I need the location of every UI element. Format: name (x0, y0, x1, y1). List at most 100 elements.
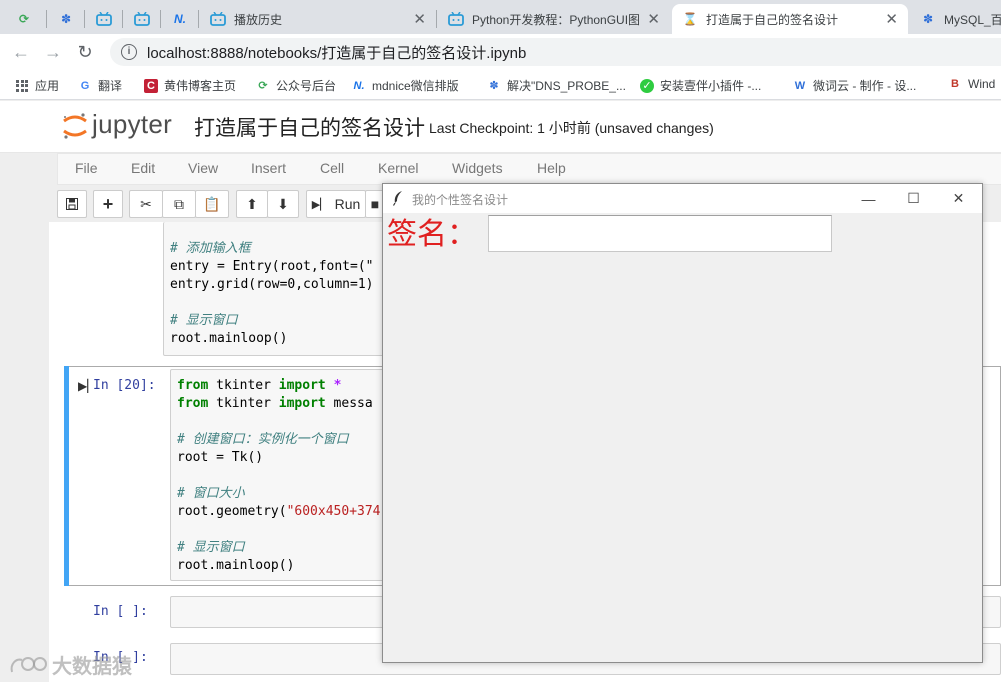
add-cell-button[interactable]: + (93, 190, 123, 218)
tab-2[interactable]: ✽ (48, 4, 84, 34)
translate-icon: G (80, 79, 90, 92)
cell-2-prompt: In [20]: (93, 378, 156, 393)
mdnice-icon: N. (174, 12, 186, 26)
arrow-down-icon: ⬇ (277, 195, 289, 212)
bookmark-label: mdnice微信排版 (372, 79, 459, 93)
code-line: # 显示窗口 (170, 313, 238, 328)
menu-cell[interactable]: Cell (320, 160, 344, 176)
menu-bar: File Edit View Insert Cell Kernel Widget… (57, 153, 1001, 185)
run-label: Run (334, 196, 361, 212)
menu-insert[interactable]: Insert (251, 160, 286, 176)
save-icon (66, 198, 78, 210)
reload-icon[interactable]: ↻ (74, 41, 96, 63)
bookmark-wind[interactable]: B Wind (948, 77, 995, 91)
bookmark-blog[interactable]: C 黄伟博客主页 (144, 77, 236, 94)
tab-5[interactable]: N. (162, 4, 198, 34)
bookmark-mdnice[interactable]: N. mdnice微信排版 (352, 77, 459, 94)
menu-kernel[interactable]: Kernel (378, 160, 418, 176)
code-cell-1-input[interactable]: # 添加输入框 entry = Entry(root,font=(" entry.g… (163, 222, 403, 356)
maximize-button[interactable]: ☐ (891, 184, 936, 213)
bookmark-yiban[interactable]: ✓ 安装壹伴小插件 -... (640, 77, 761, 94)
back-arrow-icon[interactable]: ← (10, 41, 32, 63)
hourglass-icon: ⌛ (682, 12, 698, 26)
code-line: # 添加输入框 (170, 241, 251, 256)
menu-view[interactable]: View (188, 160, 218, 176)
watermark-logo-icon (10, 656, 47, 672)
tk-title-bar[interactable]: 我的个性签名设计 — ☐ ✕ (383, 184, 982, 213)
b-icon: B (951, 78, 959, 90)
menu-widgets[interactable]: Widgets (452, 160, 503, 176)
stop-icon: ■ (370, 196, 380, 212)
plus-icon: + (102, 193, 114, 214)
signature-input[interactable] (488, 215, 832, 252)
wechat-icon: ⟳ (258, 80, 268, 92)
bookmark-apps[interactable]: 应用 (15, 77, 59, 94)
csdn-icon: C (144, 78, 158, 93)
cell-3-prompt: In [ ]: (93, 604, 148, 619)
forward-arrow-icon[interactable]: → (42, 41, 64, 63)
bookmark-dns[interactable]: ✽ 解决"DNS_PROBE_... (487, 77, 626, 94)
address-bar[interactable]: i localhost:8888/notebooks/打造属于自己的签名设计.i… (110, 38, 1001, 66)
url-text: localhost:8888/notebooks/打造属于自己的签名设计.ipy… (147, 44, 527, 62)
tab-3[interactable] (86, 4, 122, 34)
bookmark-translate[interactable]: G 翻译 (78, 77, 122, 94)
jupyter-header: jupyter 打造属于自己的签名设计 Last Checkpoint: 1 小… (0, 101, 1001, 153)
bilibili-icon (134, 11, 150, 27)
browser-toolbar: ← → ↻ i localhost:8888/notebooks/打造属于自己的… (0, 34, 1001, 70)
check-icon: ✓ (640, 78, 654, 93)
notebook-name[interactable]: 打造属于自己的签名设计 (194, 112, 425, 142)
menu-file[interactable]: File (75, 160, 98, 176)
tab-1[interactable]: ⟳ (6, 4, 44, 34)
bookmark-label: Wind (968, 77, 996, 91)
tab-signature-active[interactable]: ⌛ 打造属于自己的签名设计 ✕ (672, 4, 908, 34)
paste-icon: 📋 (203, 195, 221, 212)
code-line: entry.grid(row=0,column=1) (170, 277, 374, 292)
copy-button[interactable]: ⧉ (162, 190, 196, 218)
bilibili-icon (448, 11, 464, 27)
code-cell-2-input[interactable]: from tkinter import * from tkinter impor… (170, 369, 400, 581)
tab-4[interactable] (124, 4, 160, 34)
bilibili-icon (96, 11, 112, 27)
tab-python-gui[interactable]: Python开发教程：PythonGUI图 ✕ (438, 4, 670, 34)
bookmark-label: 微词云 - 制作 - 设... (813, 79, 917, 93)
close-icon[interactable]: ✕ (647, 10, 660, 28)
checkpoint-status: Last Checkpoint: 1 小时前 (unsaved changes) (429, 120, 714, 136)
info-icon[interactable]: i (121, 44, 137, 60)
tab-history[interactable]: 播放历史 ✕ (200, 4, 436, 34)
bookmark-wechat[interactable]: ⟳ 公众号后台 (256, 77, 336, 94)
tab-mysql[interactable]: ✽ MySQL_百 (910, 4, 1001, 34)
menu-help[interactable]: Help (537, 160, 566, 176)
paw-icon: ✽ (922, 12, 934, 26)
save-button[interactable] (57, 190, 87, 218)
tk-window: 我的个性签名设计 — ☐ ✕ 签名： (382, 183, 983, 663)
tab-strip: ⟳ ✽ N. 播放历史 ✕ Python开发教程：PythonGUI图 ✕ ⌛ (0, 0, 1001, 34)
tab-title: 播放历史 (234, 12, 283, 27)
copy-icon: ⧉ (174, 195, 184, 212)
signature-label: 签名： (387, 217, 477, 252)
paw-icon: ✽ (489, 80, 499, 92)
bookmark-label: 翻译 (98, 79, 123, 93)
jupyter-logo-icon[interactable] (62, 111, 88, 141)
close-icon[interactable]: ✕ (413, 10, 426, 28)
bookmark-wordcloud[interactable]: W 微词云 - 制作 - 设... (793, 77, 917, 94)
tab-title: MySQL_百 (944, 12, 1001, 27)
close-button[interactable]: ✕ (936, 184, 981, 213)
watermark-text: 大数据猿 (52, 656, 132, 678)
tab-title: 打造属于自己的签名设计 (706, 12, 839, 27)
bookmark-label: 安装壹伴小插件 -... (660, 79, 762, 93)
tab-title: Python开发教程：PythonGUI图 (472, 12, 641, 27)
close-icon[interactable]: ✕ (885, 10, 898, 28)
run-button[interactable]: ▶▏ Run (306, 190, 366, 218)
bookmark-label: 公众号后台 (276, 79, 337, 93)
w-icon: W (794, 79, 806, 92)
move-down-button[interactable]: ⬇ (267, 190, 299, 218)
minimize-button[interactable]: — (846, 184, 891, 213)
paste-button[interactable]: 📋 (195, 190, 229, 218)
bookmark-label: 黄伟博客主页 (164, 79, 237, 93)
selected-cell-indicator (64, 366, 69, 586)
cut-button[interactable]: ✂ (129, 190, 163, 218)
menu-edit[interactable]: Edit (131, 160, 155, 176)
step-forward-icon: ▶▏ (311, 198, 329, 211)
move-up-button[interactable]: ⬆ (236, 190, 268, 218)
